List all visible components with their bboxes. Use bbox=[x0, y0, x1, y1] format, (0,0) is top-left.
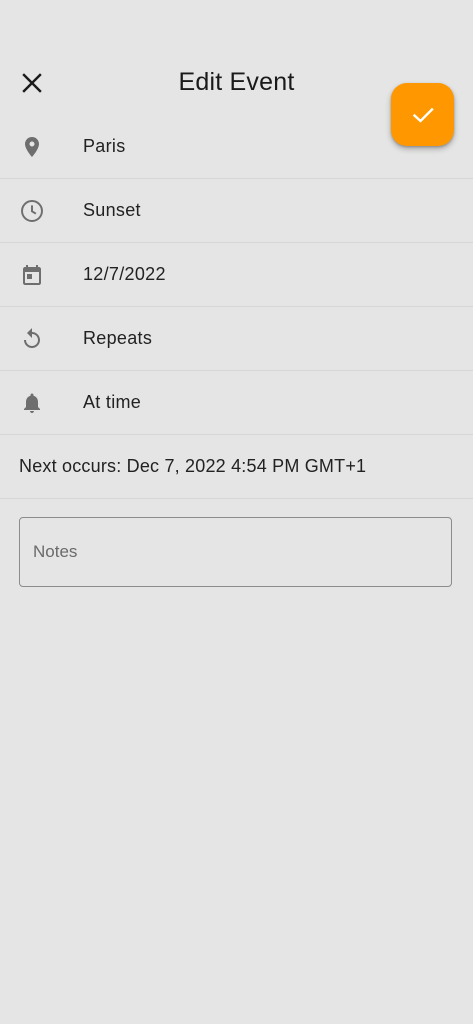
date-row[interactable]: 12/7/2022 bbox=[0, 243, 473, 307]
next-occurrence-text: Next occurs: Dec 7, 2022 4:54 PM GMT+1 bbox=[0, 435, 473, 499]
save-button[interactable] bbox=[391, 83, 454, 146]
notes-field[interactable] bbox=[19, 517, 452, 587]
edit-event-screen: Edit Event Paris Sunset 12/7/2022 Repeat… bbox=[0, 0, 473, 1024]
checkmark-icon bbox=[411, 103, 435, 127]
location-pin-icon bbox=[19, 134, 45, 160]
status-bar bbox=[0, 0, 473, 40]
repeat-row[interactable]: Repeats bbox=[0, 307, 473, 371]
time-row[interactable]: Sunset bbox=[0, 179, 473, 243]
bell-icon bbox=[19, 390, 45, 416]
time-label: Sunset bbox=[83, 200, 141, 220]
clock-icon bbox=[19, 198, 45, 224]
reminder-label: At time bbox=[83, 392, 142, 412]
repeat-icon bbox=[19, 326, 45, 352]
calendar-icon bbox=[19, 262, 45, 288]
event-details-list: Paris Sunset 12/7/2022 Repeats At time N… bbox=[0, 115, 473, 499]
location-label: Paris bbox=[83, 136, 126, 156]
notes-input[interactable] bbox=[20, 518, 451, 586]
repeat-label: Repeats bbox=[83, 328, 153, 348]
date-label: 12/7/2022 bbox=[83, 264, 166, 284]
reminder-row[interactable]: At time bbox=[0, 371, 473, 435]
